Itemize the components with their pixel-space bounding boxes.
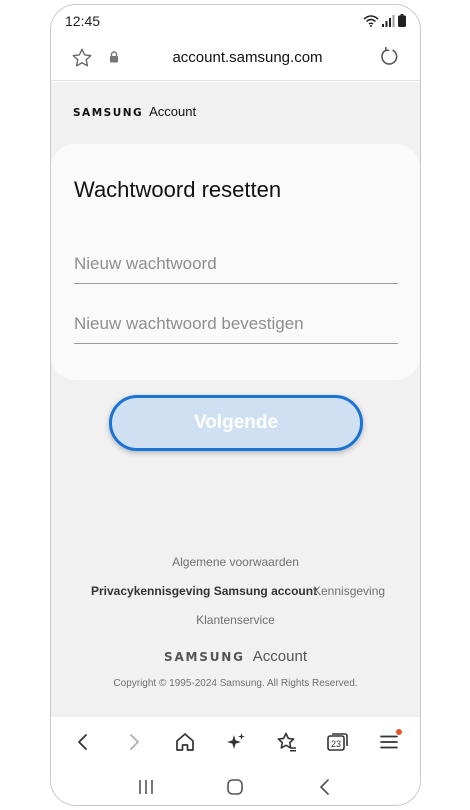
confirm-password-field [74, 304, 398, 344]
footer-samsung-account-logo: SAMSUNG Account [51, 648, 420, 665]
tabs-button[interactable]: 23 [323, 727, 353, 757]
forward-button[interactable] [119, 727, 149, 757]
page-content: SAMSUNG Account Wachtwoord resetten Volg… [51, 82, 420, 717]
status-icons [363, 14, 406, 27]
samsung-account-logo: SAMSUNG Account [73, 104, 196, 119]
status-bar: 12:45 [51, 5, 420, 37]
signal-icon [382, 14, 395, 27]
footer-samsung-wordmark: SAMSUNG [164, 650, 245, 664]
notice-link[interactable]: Kennisgeving [313, 584, 385, 598]
back-button[interactable] [68, 727, 98, 757]
home-icon [175, 733, 194, 751]
samsung-wordmark: SAMSUNG [73, 107, 144, 119]
bookmarks-button[interactable] [272, 727, 302, 757]
reload-icon[interactable] [378, 46, 400, 68]
battery-icon [398, 14, 406, 27]
new-password-input[interactable] [74, 244, 398, 283]
home-nav-icon[interactable] [226, 778, 244, 796]
url-text[interactable]: account.samsung.com [51, 49, 420, 66]
account-wordmark: Account [149, 104, 197, 119]
back-icon [77, 734, 87, 750]
footer-account-wordmark: Account [252, 648, 307, 665]
browser-address-bar: account.samsung.com [51, 37, 420, 81]
wifi-icon [363, 14, 379, 27]
phone-frame: 12:45 account.samsung.com SAMSUNG Accoun… [50, 4, 421, 806]
terms-link[interactable]: Algemene voorwaarden [51, 555, 420, 569]
tab-count: 23 [330, 739, 340, 749]
notification-dot [395, 729, 402, 735]
ai-button[interactable] [221, 727, 251, 757]
confirm-password-input[interactable] [74, 304, 398, 343]
system-nav-bar [51, 767, 420, 805]
menu-icon [379, 735, 398, 749]
bookmarks-icon [277, 732, 296, 752]
status-time: 12:45 [65, 13, 101, 29]
menu-button[interactable] [374, 727, 404, 757]
new-password-field [74, 244, 398, 284]
back-nav-icon[interactable] [316, 778, 334, 796]
browser-toolbar: 23 [51, 717, 420, 767]
home-button[interactable] [170, 727, 200, 757]
next-button-label: Volgende [193, 412, 279, 433]
privacy-link[interactable]: Privacykennisgeving Samsung account [91, 584, 317, 598]
reset-password-card: Wachtwoord resetten [51, 144, 420, 380]
tabs-icon: 23 [326, 733, 348, 751]
copyright-text: Copyright © 1995-2024 Samsung. All Right… [113, 678, 358, 689]
next-button[interactable]: Volgende [109, 395, 363, 451]
forward-icon [129, 734, 139, 750]
support-link[interactable]: Klantenservice [51, 613, 420, 627]
recent-apps-icon[interactable] [137, 779, 155, 795]
page-title: Wachtwoord resetten [74, 177, 282, 202]
ai-sparkle-icon [226, 733, 245, 749]
